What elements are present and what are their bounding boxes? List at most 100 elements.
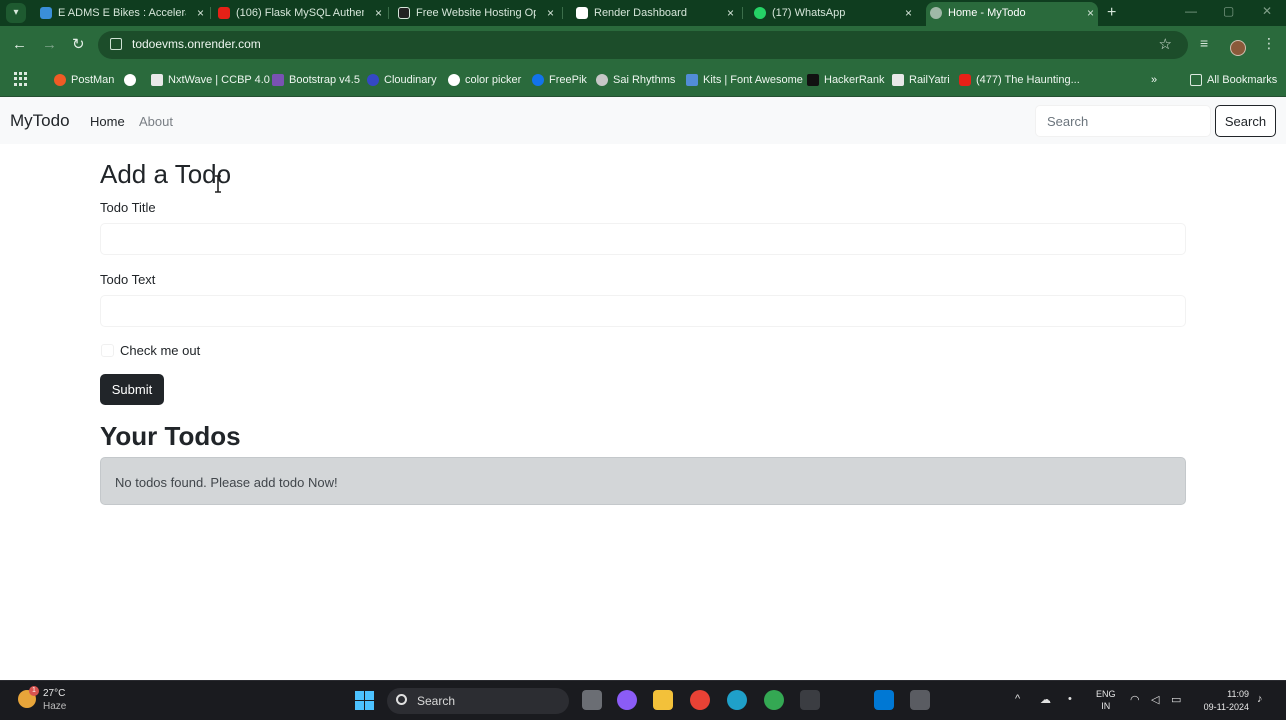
tab-youtube-flask[interactable]: (106) Flask MySQL Authen × <box>214 2 386 26</box>
copilot-icon[interactable] <box>617 690 637 710</box>
navbar-brand[interactable]: MyTodo <box>10 111 70 131</box>
bookmark-label: (477) The Haunting... <box>976 74 1080 86</box>
tab-title: Home - MyTodo <box>948 7 1026 19</box>
snipping-tool-icon[interactable] <box>910 690 930 710</box>
whatsapp-icon <box>754 7 766 19</box>
microphone-icon[interactable]: • <box>1068 693 1072 705</box>
bookmark-color-picker[interactable]: color picker <box>448 73 521 87</box>
bookmark-railyatri[interactable]: RailYatri <box>892 73 950 87</box>
address-bar[interactable]: todoevms.onrender.com ☆ <box>98 31 1188 59</box>
bookmark-freepik[interactable]: FreePik <box>532 73 587 87</box>
system-clock[interactable]: 11:09 09-11-2024 <box>1197 688 1249 714</box>
bookmark-label: Sai Rhythms <box>613 74 676 86</box>
volume-icon[interactable]: ◁ <box>1151 693 1159 706</box>
language-indicator[interactable]: ENG IN <box>1096 688 1116 712</box>
bookmark-cloudinary[interactable]: Cloudinary <box>367 73 437 87</box>
google-icon <box>448 74 460 86</box>
vscode-icon[interactable] <box>874 690 894 710</box>
wifi-icon[interactable]: ◠ <box>1130 693 1140 706</box>
gear-icon <box>40 7 52 19</box>
all-bookmarks-button[interactable]: All Bookmarks <box>1190 73 1277 87</box>
add-todo-heading: Add a Todo <box>100 159 232 189</box>
bootstrap-icon <box>272 74 284 86</box>
apps-grid-icon[interactable] <box>14 72 28 86</box>
site-navbar: MyTodo Home About Search <box>0 97 1286 144</box>
kebab-menu-icon[interactable]: ⋮ <box>1262 35 1276 52</box>
text-cursor-icon <box>215 175 221 193</box>
navbar-search-button[interactable]: Search <box>1215 105 1276 137</box>
youtube-icon <box>959 74 971 86</box>
battery-icon[interactable]: ▭ <box>1171 693 1181 706</box>
profile-avatar[interactable] <box>1230 40 1246 56</box>
tab-e-adms[interactable]: E ADMS E Bikes : Accelerat × <box>36 2 208 26</box>
notifications-bell-icon[interactable]: ♪ <box>1257 693 1263 705</box>
your-todos-heading: Your Todos <box>100 421 241 451</box>
navbar-search-input[interactable] <box>1035 105 1211 137</box>
tab-title: Render Dashboard <box>594 7 687 19</box>
close-icon[interactable]: × <box>727 2 734 24</box>
todo-text-input[interactable] <box>100 295 1186 327</box>
tab-render-dashboard[interactable]: Render Dashboard × <box>572 2 738 26</box>
file-explorer-icon[interactable] <box>653 690 673 710</box>
bookmark-sai-rhythms[interactable]: Sai Rhythms <box>596 73 675 87</box>
bookmark-label: HackerRank <box>824 74 885 86</box>
windows-start-icon[interactable] <box>355 691 374 710</box>
windows-taskbar: 1 27°C Haze Search ^ ☁ • ENG IN ◠ ◁ ▭ 11… <box>0 680 1286 720</box>
bookmarks-bar: PostMan NxtWave | CCBP 4.0 Bootstrap v4.… <box>0 64 1286 97</box>
taskbar-search[interactable]: Search <box>387 688 569 714</box>
url-text[interactable]: todoevms.onrender.com <box>132 37 261 51</box>
search-icon <box>396 694 407 705</box>
close-icon[interactable]: × <box>1087 2 1094 24</box>
forward-arrow-icon[interactable]: → <box>42 36 57 54</box>
flag-icon <box>686 74 698 86</box>
tab-separator <box>210 7 211 19</box>
tab-search-menu-icon[interactable]: ▾ <box>6 3 26 23</box>
weather-temperature[interactable]: 27°C <box>43 688 65 699</box>
check-me-out-checkbox[interactable] <box>101 344 114 357</box>
close-icon[interactable]: × <box>375 2 382 24</box>
close-icon[interactable]: × <box>905 2 912 24</box>
bookmark-label: Bootstrap v4.5 <box>289 74 360 86</box>
minimize-icon[interactable]: — <box>1185 4 1197 18</box>
back-arrow-icon[interactable]: ← <box>12 36 27 54</box>
tab-title: Free Website Hosting Opt <box>416 7 536 19</box>
language-code: ENG <box>1096 689 1116 699</box>
nav-link-about[interactable]: About <box>139 114 173 129</box>
reload-icon[interactable]: ↻ <box>72 36 85 54</box>
bookmark-label: All Bookmarks <box>1207 74 1278 86</box>
tab-whatsapp[interactable]: (17) WhatsApp × <box>750 2 916 26</box>
submit-button[interactable]: Submit <box>100 374 164 405</box>
close-icon[interactable]: × <box>197 2 204 24</box>
edge-icon[interactable] <box>727 690 747 710</box>
bookmark-font-awesome[interactable]: Kits | Font Awesome <box>686 73 803 87</box>
more-bookmarks-icon[interactable]: » <box>1151 73 1157 87</box>
chrome-icon[interactable] <box>690 690 710 710</box>
site-info-icon[interactable] <box>110 38 122 50</box>
new-tab-button[interactable]: + <box>1107 3 1116 23</box>
bookmark-nxtwave[interactable]: NxtWave | CCBP 4.0 <box>151 73 270 87</box>
tab-free-hosting[interactable]: Free Website Hosting Opt × <box>394 2 558 26</box>
onedrive-icon[interactable]: ☁ <box>1040 693 1051 706</box>
tab-home-mytodo[interactable]: Home - MyTodo × <box>926 2 1098 26</box>
checkbox-label[interactable]: Check me out <box>120 343 200 358</box>
task-view-icon[interactable] <box>582 690 602 710</box>
browser-toolbar: ← → ↻ todoevms.onrender.com ☆ ≡ ⋮ <box>0 26 1286 64</box>
nav-link-home[interactable]: Home <box>90 114 125 129</box>
chrome-profile-icon[interactable] <box>764 690 784 710</box>
bookmark-bootstrap[interactable]: Bootstrap v4.5 <box>272 73 360 87</box>
weather-condition[interactable]: Haze <box>43 701 66 712</box>
postman-icon <box>54 74 66 86</box>
bookmark-label: FreePik <box>549 74 587 86</box>
bookmark-hackerrank[interactable]: HackerRank <box>807 73 885 87</box>
bookmark-postman[interactable]: PostMan <box>54 73 114 87</box>
media-control-icon[interactable]: ≡ <box>1200 35 1208 51</box>
todo-title-input[interactable] <box>100 223 1186 255</box>
bookmark-label: RailYatri <box>909 74 950 86</box>
bookmark-star-icon[interactable]: ☆ <box>1159 35 1172 53</box>
close-icon[interactable]: × <box>547 2 554 24</box>
maximize-icon[interactable]: ▢ <box>1223 4 1234 18</box>
bookmark-youtube-haunting[interactable]: (477) The Haunting... <box>959 73 1080 87</box>
terminal-icon[interactable] <box>800 690 820 710</box>
show-hidden-icons-icon[interactable]: ^ <box>1015 693 1020 705</box>
window-close-icon[interactable]: ✕ <box>1262 4 1272 18</box>
